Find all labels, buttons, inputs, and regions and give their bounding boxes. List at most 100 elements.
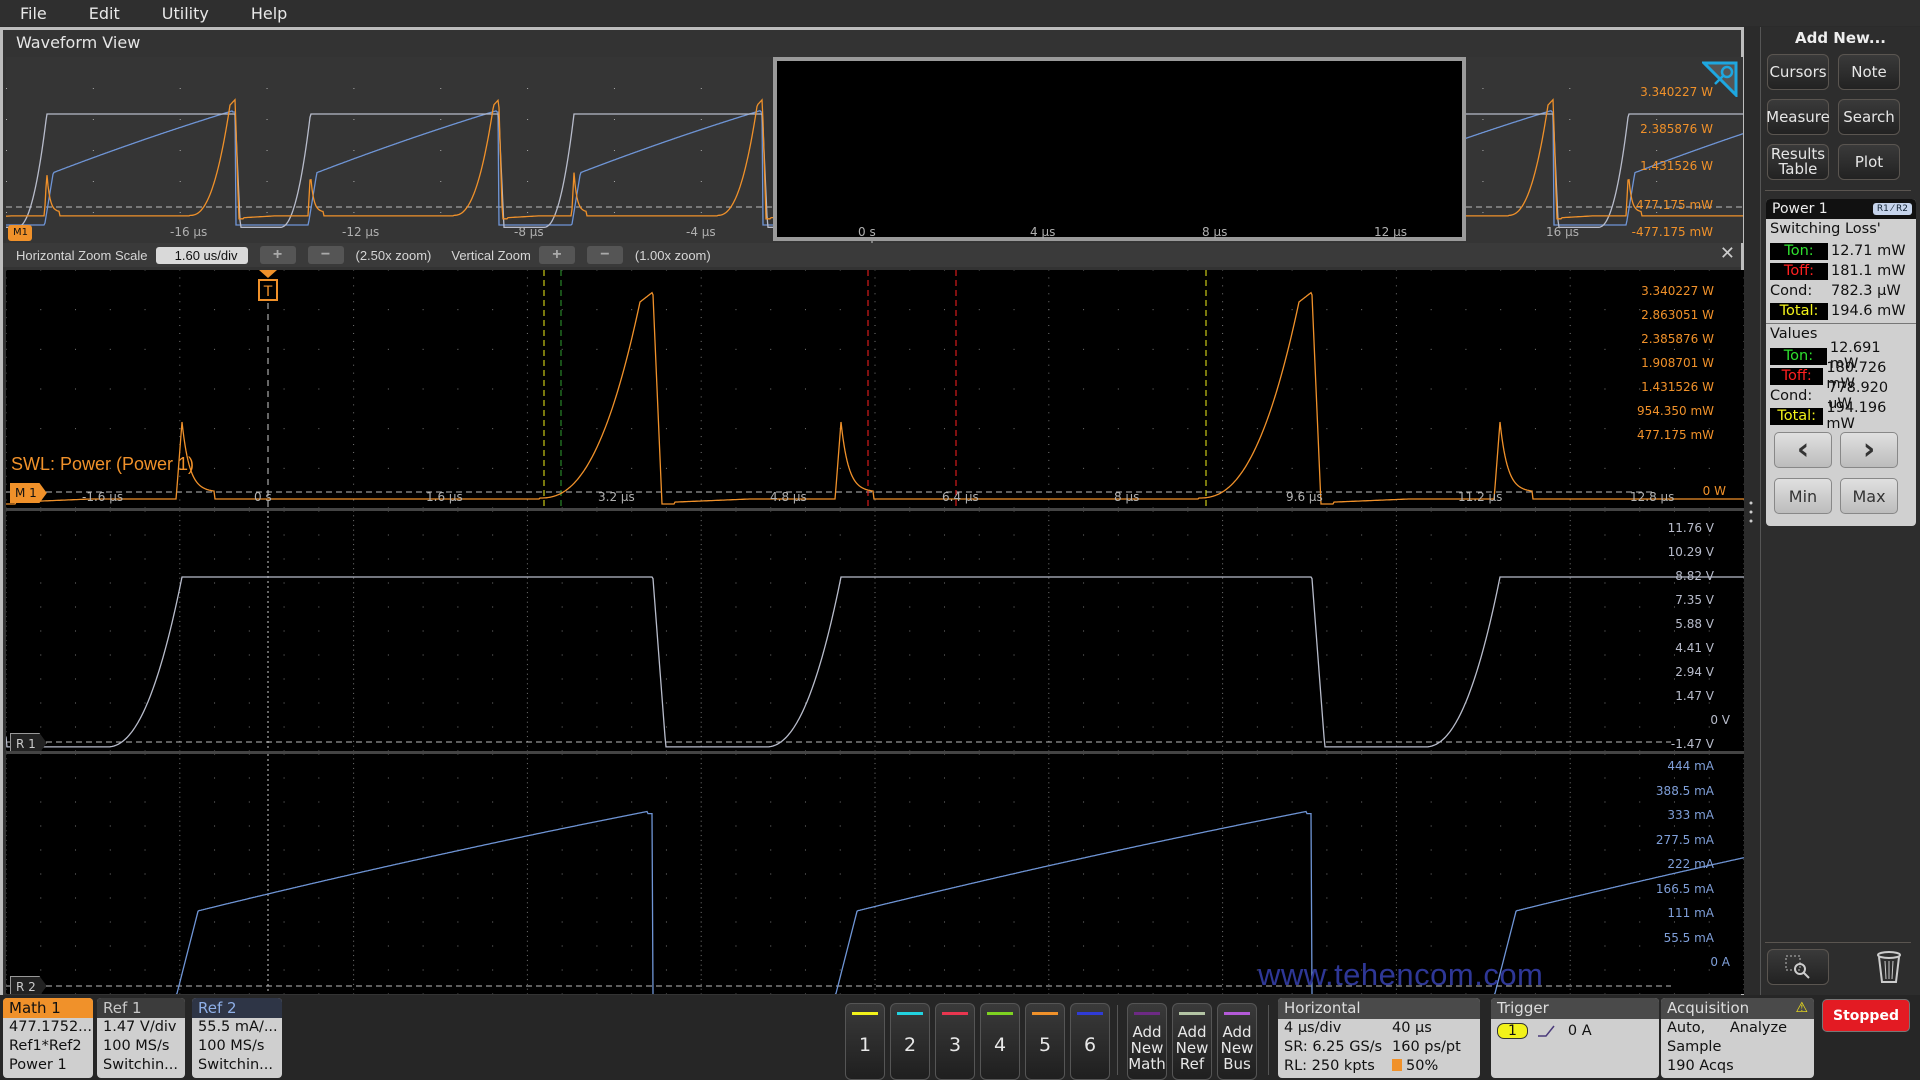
grid-dot: [613, 88, 615, 89]
math1-badge[interactable]: Math 1 477.1752... Ref1*Ref2 Power 1: [3, 998, 93, 1078]
add-new-math-button[interactable]: Add New Math: [1127, 1003, 1167, 1080]
overview-math-marker[interactable]: M1: [8, 225, 32, 241]
channel-3-button[interactable]: 3: [935, 1003, 975, 1080]
ref2-marker[interactable]: R 2: [10, 976, 47, 994]
grid-dot: [874, 959, 876, 961]
grid-dot: [1222, 945, 1224, 947]
grid-dot: [283, 654, 285, 656]
channel-2-button[interactable]: 2: [890, 1003, 930, 1080]
zoom-search-button[interactable]: [1767, 949, 1829, 985]
grid-dot: [353, 678, 355, 680]
grid-dot: [1187, 777, 1189, 779]
grid-dot: [353, 412, 355, 414]
grid-dot: [6, 451, 7, 453]
grid-dot: [944, 969, 946, 971]
grid-dot: [492, 511, 494, 512]
add-new-bus-button[interactable]: Add New Bus: [1217, 1003, 1257, 1080]
grid-dot: [6, 777, 7, 779]
grid-dot: [1743, 611, 1744, 613]
grid-dot: [1673, 969, 1675, 971]
overview-x-tick: 0 s: [858, 225, 876, 239]
close-zoom-icon[interactable]: ✕: [1720, 243, 1735, 264]
grid-dot: [144, 558, 146, 560]
power1-measurement-badge[interactable]: Power 1 R1 ⁄ R2 Switching Loss' Ton: 12.7…: [1766, 199, 1916, 526]
grid-dot: [978, 630, 980, 632]
hzoom-scale-field[interactable]: 1.60 us/div: [155, 246, 248, 264]
search-button[interactable]: Search: [1838, 99, 1900, 135]
grid-dot: [283, 754, 285, 755]
next-button[interactable]: ›: [1840, 432, 1898, 468]
vzoom-minus-button[interactable]: −: [586, 246, 623, 264]
acquisition-badge[interactable]: Acquisition ⚠ Auto, Analyze Sample 190 Ac…: [1661, 998, 1814, 1078]
grid-dot: [1395, 811, 1397, 813]
grid-dot: [700, 181, 702, 182]
overview-strip[interactable]: T -16 µs-12 µs-8 µs-4 µs0 s4 µs8 µs12 µs…: [6, 57, 1743, 243]
grid-dot: [353, 558, 355, 560]
grid-dot: [874, 844, 876, 846]
grid-dot: [179, 611, 181, 613]
hzoom-plus-button[interactable]: +: [259, 246, 296, 264]
grid-dot: [1222, 285, 1224, 287]
note-button[interactable]: Note: [1838, 54, 1900, 90]
grid-dot: [613, 150, 615, 151]
grid-dot: [179, 692, 181, 694]
grid-dot: [526, 736, 528, 738]
grid-dot: [1222, 988, 1224, 990]
menu-help[interactable]: Help: [229, 4, 307, 23]
math1-marker[interactable]: M 1: [10, 483, 47, 503]
grid-dot: [179, 868, 181, 870]
run-stop-button[interactable]: Stopped: [1822, 999, 1910, 1032]
ref2-badge[interactable]: Ref 2 55.5 mA/... 100 MS/s Switchin...: [192, 998, 282, 1078]
grid-dot: [387, 309, 389, 311]
panel-resize-handle[interactable]: [1749, 500, 1753, 524]
horizontal-badge[interactable]: Horizontal 4 µs/div 40 µs SR: 6.25 GS/s …: [1278, 998, 1480, 1078]
grid-dot: [1743, 451, 1744, 453]
grid-dot: [1569, 911, 1571, 913]
grid-dot: [1430, 849, 1432, 851]
add-new-ref-button[interactable]: Add New Ref: [1172, 1003, 1212, 1080]
previous-button[interactable]: ‹: [1774, 432, 1832, 468]
grid-dot: [1569, 212, 1571, 213]
results-table-button[interactable]: Results Table: [1767, 144, 1829, 180]
grid-dot: [353, 577, 355, 579]
grid-dot: [700, 979, 702, 981]
min-button[interactable]: Min: [1774, 478, 1832, 514]
hzoom-minus-button[interactable]: −: [307, 246, 344, 264]
channel-4-button[interactable]: 4: [980, 1003, 1020, 1080]
grid-dot: [109, 654, 111, 656]
menu-edit[interactable]: Edit: [67, 4, 140, 23]
vzoom-plus-button[interactable]: +: [538, 246, 575, 264]
grid-dot: [1743, 459, 1744, 461]
channel-5-button[interactable]: 5: [1025, 1003, 1065, 1080]
grid-dot: [1222, 317, 1224, 319]
current-y-label: 333 mA: [1667, 808, 1714, 822]
plot-button[interactable]: Plot: [1838, 144, 1900, 180]
max-button[interactable]: Max: [1840, 478, 1898, 514]
channel-6-button[interactable]: 6: [1070, 1003, 1110, 1080]
menu-utility[interactable]: Utility: [140, 4, 229, 23]
grid-dot: [6, 285, 7, 287]
power-plot[interactable]: T 3.340227 W 2.863051 W 2.385876 W 1.908701…: [6, 270, 1744, 508]
cursors-button[interactable]: Cursors: [1767, 54, 1829, 90]
grid-dot: [318, 825, 320, 827]
grid-dot: [1048, 459, 1050, 461]
zoom-box[interactable]: [773, 57, 1466, 241]
trash-icon[interactable]: [1875, 950, 1903, 984]
grid-dot: [353, 926, 355, 928]
voltage-plot[interactable]: 11.76 V 10.29 V 8.82 V 7.35 V 5.88 V 4.41 V 2.…: [6, 511, 1744, 751]
grid-dot: [109, 309, 111, 311]
grid-dot: [6, 950, 7, 952]
channel-1-button[interactable]: 1: [845, 1003, 885, 1080]
grid-dot: [1743, 878, 1744, 880]
menu-file[interactable]: File: [0, 4, 67, 23]
measurement-value: 181.1 mW: [1831, 263, 1906, 279]
measure-button[interactable]: Measure: [1766, 99, 1830, 135]
zoom-handle-icon[interactable]: [1702, 61, 1738, 97]
ref1-badge[interactable]: Ref 1 1.47 V/div 100 MS/s Switchin...: [97, 998, 185, 1078]
grid-dot: [700, 988, 702, 990]
ref1-marker[interactable]: R 1: [10, 733, 47, 751]
grid-dot: [1569, 592, 1571, 594]
trigger-badge[interactable]: Trigger 1 0 A: [1491, 998, 1659, 1078]
grid-dot: [1534, 309, 1536, 311]
grid-dot: [179, 270, 181, 271]
